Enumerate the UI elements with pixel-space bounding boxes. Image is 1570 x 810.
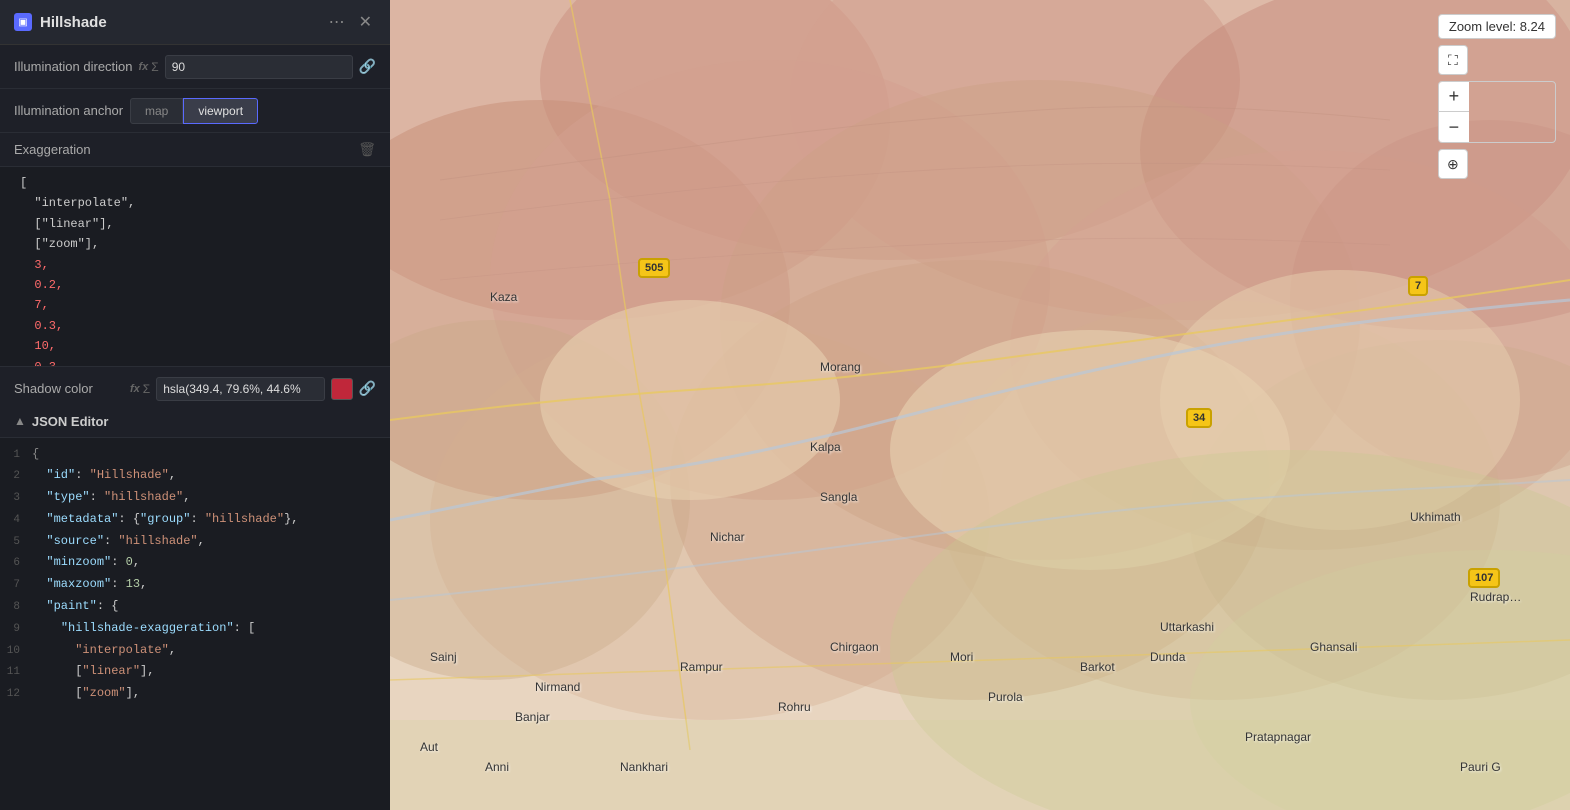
json-line: 12 ["zoom"], (0, 683, 390, 705)
header-actions: ⋯ ✕ (325, 10, 376, 34)
map-background (390, 0, 1570, 810)
map-controls: Zoom level: 8.24 ⛶ + − ⊕ (1438, 14, 1556, 179)
close-button[interactable]: ✕ (355, 10, 376, 34)
json-line: 6 "minzoom": 0, (0, 552, 390, 574)
json-line: 2 "id": "Hillshade", (0, 465, 390, 487)
exaggeration-header: Exaggeration 🗑 (0, 133, 390, 167)
compass-button[interactable]: ⊕ (1438, 149, 1468, 179)
sigma-icon[interactable]: Σ (151, 60, 158, 74)
illumination-anchor-row: Illumination anchor map viewport (0, 89, 390, 133)
shadow-color-swatch[interactable] (331, 378, 353, 400)
json-editor-label: JSON Editor (32, 414, 109, 429)
json-line: 9 "hillshade-exaggeration": [ (0, 618, 390, 640)
zoom-in-button[interactable]: + (1439, 82, 1469, 112)
json-line: 11 ["linear"], (0, 661, 390, 683)
trash-icon[interactable]: 🗑 (358, 141, 376, 158)
anchor-viewport-button[interactable]: viewport (183, 98, 258, 124)
shadow-sigma-icon[interactable]: Σ (143, 382, 150, 396)
fx-icons: fx Σ (139, 60, 159, 74)
zoom-controls: + − (1438, 81, 1556, 143)
badge-34: 34 (1186, 408, 1212, 428)
shadow-unlink-icon[interactable]: 🔗 (359, 380, 376, 397)
zoom-out-button[interactable]: − (1439, 112, 1469, 142)
shadow-color-row: Shadow color fx Σ 🔗 (0, 367, 390, 406)
shadow-fx-icon[interactable]: fx (130, 383, 140, 395)
json-line: 5 "source": "hillshade", (0, 531, 390, 553)
sidebar: ▣ Hillshade ⋯ ✕ Illumination direction f… (0, 0, 390, 810)
exaggeration-code: [ "interpolate", ["linear"], ["zoom"], 3… (0, 167, 390, 367)
json-editor-content[interactable]: 1 { 2 "id": "Hillshade", 3 "type": "hill… (0, 438, 390, 810)
unlink-icon[interactable]: 🔗 (359, 58, 376, 75)
json-line: 4 "metadata": {"group": "hillshade"}, (0, 509, 390, 531)
layer-icon: ▣ (14, 13, 32, 31)
illumination-direction-input[interactable] (165, 55, 353, 79)
illumination-anchor-label: Illumination anchor (14, 103, 124, 118)
json-editor-header[interactable]: ▲ JSON Editor (0, 406, 390, 438)
exaggeration-label: Exaggeration (14, 142, 350, 157)
badge-505: 505 (638, 258, 670, 278)
sidebar-content: Illumination direction fx Σ 🔗 Illuminati… (0, 45, 390, 406)
anchor-map-button[interactable]: map (130, 98, 183, 124)
json-expand-icon: ▲ (14, 414, 26, 428)
anchor-toggle: map viewport (130, 98, 258, 124)
map-area[interactable]: Kaza Morang Kalpa Sangla Nichar Sainj Ni… (390, 0, 1570, 810)
sidebar-header: ▣ Hillshade ⋯ ✕ (0, 0, 390, 45)
json-line: 8 "paint": { (0, 596, 390, 618)
shadow-color-input[interactable] (156, 377, 324, 401)
shadow-color-label: Shadow color (14, 381, 124, 396)
illumination-direction-label: Illumination direction (14, 59, 133, 74)
shadow-fx-icons: fx Σ (130, 382, 150, 396)
json-line: 7 "maxzoom": 13, (0, 574, 390, 596)
sidebar-title: Hillshade (40, 14, 317, 31)
fx-icon[interactable]: fx (139, 61, 149, 73)
json-line: 10 "interpolate", (0, 640, 390, 662)
illumination-direction-row: Illumination direction fx Σ 🔗 (0, 45, 390, 89)
badge-107: 107 (1468, 568, 1500, 588)
badge-7: 7 (1408, 276, 1428, 296)
json-line: 3 "type": "hillshade", (0, 487, 390, 509)
more-options-button[interactable]: ⋯ (325, 10, 349, 34)
fullscreen-button[interactable]: ⛶ (1438, 45, 1468, 75)
json-line: 1 { (0, 444, 390, 466)
zoom-level-label: Zoom level: 8.24 (1438, 14, 1556, 39)
